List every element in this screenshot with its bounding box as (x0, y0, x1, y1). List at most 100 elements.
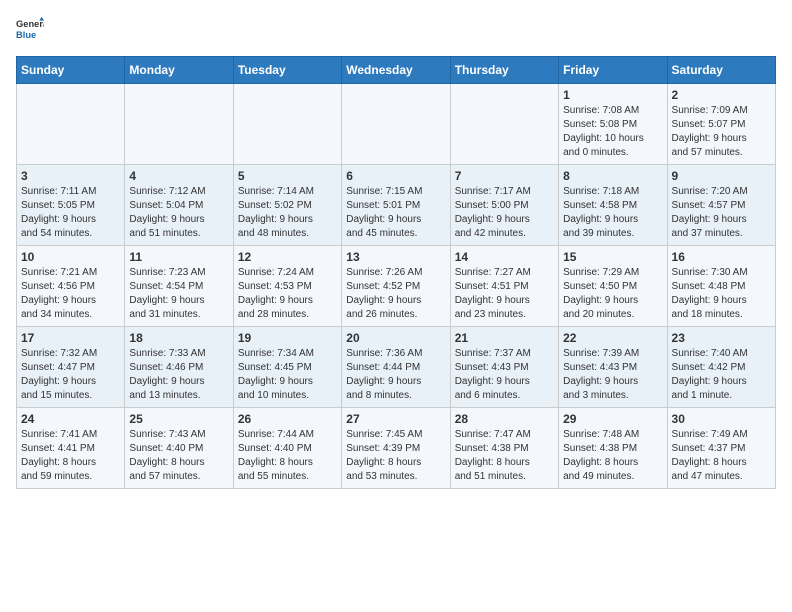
day-number: 16 (672, 250, 771, 264)
table-cell: 8 Sunrise: 7:18 AM Sunset: 4:58 PM Daylig… (559, 165, 667, 246)
day-info: Sunrise: 7:49 AM Sunset: 4:37 PM Dayligh… (672, 428, 771, 484)
weekday-header-friday: Friday (559, 57, 667, 84)
day-info: Sunrise: 7:32 AM Sunset: 4:47 PM Dayligh… (21, 347, 120, 403)
table-cell: 14 Sunrise: 7:27 AM Sunset: 4:51 PM Dayli… (450, 246, 558, 327)
day-info: Sunrise: 7:11 AM Sunset: 5:05 PM Dayligh… (21, 185, 120, 241)
day-info: Sunrise: 7:41 AM Sunset: 4:41 PM Dayligh… (21, 428, 120, 484)
table-cell: 15 Sunrise: 7:29 AM Sunset: 4:50 PM Dayli… (559, 246, 667, 327)
table-cell: 27Sunrise: 7:45 AM Sunset: 4:39 PM Dayli… (342, 408, 450, 489)
day-info: Sunrise: 7:30 AM Sunset: 4:48 PM Dayligh… (672, 266, 771, 322)
page-header: General Blue (16, 16, 776, 44)
day-number: 3 (21, 169, 120, 183)
table-cell: 17 Sunrise: 7:32 AM Sunset: 4:47 PM Dayli… (17, 327, 125, 408)
table-cell: 20 Sunrise: 7:36 AM Sunset: 4:44 PM Dayli… (342, 327, 450, 408)
day-info: Sunrise: 7:20 AM Sunset: 4:57 PM Dayligh… (672, 185, 771, 241)
day-number: 29 (563, 412, 662, 426)
weekday-header-wednesday: Wednesday (342, 57, 450, 84)
table-cell: 19 Sunrise: 7:34 AM Sunset: 4:45 PM Dayli… (233, 327, 341, 408)
day-number: 26 (238, 412, 337, 426)
day-number: 23 (672, 331, 771, 345)
day-info: Sunrise: 7:36 AM Sunset: 4:44 PM Dayligh… (346, 347, 445, 403)
day-info: Sunrise: 7:40 AM Sunset: 4:42 PM Dayligh… (672, 347, 771, 403)
day-info: Sunrise: 7:34 AM Sunset: 4:45 PM Dayligh… (238, 347, 337, 403)
table-cell: 11 Sunrise: 7:23 AM Sunset: 4:54 PM Dayli… (125, 246, 233, 327)
weekday-header-saturday: Saturday (667, 57, 775, 84)
day-info: Sunrise: 7:47 AM Sunset: 4:38 PM Dayligh… (455, 428, 554, 484)
week-row-3: 10 Sunrise: 7:21 AM Sunset: 4:56 PM Dayli… (17, 246, 776, 327)
table-cell (233, 84, 341, 165)
day-number: 2 (672, 88, 771, 102)
table-cell: 21Sunrise: 7:37 AM Sunset: 4:43 PM Dayli… (450, 327, 558, 408)
table-cell: 4 Sunrise: 7:12 AM Sunset: 5:04 PM Daylig… (125, 165, 233, 246)
day-info: Sunrise: 7:14 AM Sunset: 5:02 PM Dayligh… (238, 185, 337, 241)
day-number: 20 (346, 331, 445, 345)
table-cell (450, 84, 558, 165)
table-cell: 10 Sunrise: 7:21 AM Sunset: 4:56 PM Dayli… (17, 246, 125, 327)
table-cell: 5 Sunrise: 7:14 AM Sunset: 5:02 PM Daylig… (233, 165, 341, 246)
table-cell: 2Sunrise: 7:09 AM Sunset: 5:07 PM Daylig… (667, 84, 775, 165)
day-info: Sunrise: 7:27 AM Sunset: 4:51 PM Dayligh… (455, 266, 554, 322)
table-cell: 16 Sunrise: 7:30 AM Sunset: 4:48 PM Dayli… (667, 246, 775, 327)
day-number: 17 (21, 331, 120, 345)
week-row-1: 1 Sunrise: 7:08 AM Sunset: 5:08 PM Daylig… (17, 84, 776, 165)
table-cell: 12 Sunrise: 7:24 AM Sunset: 4:53 PM Dayli… (233, 246, 341, 327)
day-info: Sunrise: 7:24 AM Sunset: 4:53 PM Dayligh… (238, 266, 337, 322)
day-number: 8 (563, 169, 662, 183)
table-cell: 29 Sunrise: 7:48 AM Sunset: 4:38 PM Dayli… (559, 408, 667, 489)
weekday-header-thursday: Thursday (450, 57, 558, 84)
day-number: 12 (238, 250, 337, 264)
table-cell: 7 Sunrise: 7:17 AM Sunset: 5:00 PM Daylig… (450, 165, 558, 246)
table-cell: 22Sunrise: 7:39 AM Sunset: 4:43 PM Dayli… (559, 327, 667, 408)
day-info: Sunrise: 7:18 AM Sunset: 4:58 PM Dayligh… (563, 185, 662, 241)
day-number: 4 (129, 169, 228, 183)
weekday-header-monday: Monday (125, 57, 233, 84)
day-number: 25 (129, 412, 228, 426)
day-info: Sunrise: 7:17 AM Sunset: 5:00 PM Dayligh… (455, 185, 554, 241)
table-cell (342, 84, 450, 165)
day-info: Sunrise: 7:21 AM Sunset: 4:56 PM Dayligh… (21, 266, 120, 322)
day-info: Sunrise: 7:45 AM Sunset: 4:39 PM Dayligh… (346, 428, 445, 484)
day-number: 15 (563, 250, 662, 264)
day-info: Sunrise: 7:26 AM Sunset: 4:52 PM Dayligh… (346, 266, 445, 322)
day-number: 7 (455, 169, 554, 183)
day-info: Sunrise: 7:23 AM Sunset: 4:54 PM Dayligh… (129, 266, 228, 322)
day-info: Sunrise: 7:15 AM Sunset: 5:01 PM Dayligh… (346, 185, 445, 241)
table-cell: 3 Sunrise: 7:11 AM Sunset: 5:05 PM Daylig… (17, 165, 125, 246)
day-number: 14 (455, 250, 554, 264)
table-cell: 23 Sunrise: 7:40 AM Sunset: 4:42 PM Dayli… (667, 327, 775, 408)
day-info: Sunrise: 7:08 AM Sunset: 5:08 PM Dayligh… (563, 104, 662, 160)
day-number: 6 (346, 169, 445, 183)
day-info: Sunrise: 7:44 AM Sunset: 4:40 PM Dayligh… (238, 428, 337, 484)
day-number: 28 (455, 412, 554, 426)
day-number: 24 (21, 412, 120, 426)
table-cell: 28 Sunrise: 7:47 AM Sunset: 4:38 PM Dayli… (450, 408, 558, 489)
table-cell: 26 Sunrise: 7:44 AM Sunset: 4:40 PM Dayli… (233, 408, 341, 489)
day-info: Sunrise: 7:33 AM Sunset: 4:46 PM Dayligh… (129, 347, 228, 403)
day-info: Sunrise: 7:48 AM Sunset: 4:38 PM Dayligh… (563, 428, 662, 484)
week-row-4: 17 Sunrise: 7:32 AM Sunset: 4:47 PM Dayli… (17, 327, 776, 408)
weekday-header-tuesday: Tuesday (233, 57, 341, 84)
day-info: Sunrise: 7:29 AM Sunset: 4:50 PM Dayligh… (563, 266, 662, 322)
day-number: 18 (129, 331, 228, 345)
svg-text:Blue: Blue (16, 30, 36, 40)
table-cell: 24 Sunrise: 7:41 AM Sunset: 4:41 PM Dayli… (17, 408, 125, 489)
day-info: Sunrise: 7:12 AM Sunset: 5:04 PM Dayligh… (129, 185, 228, 241)
day-number: 11 (129, 250, 228, 264)
day-number: 19 (238, 331, 337, 345)
table-cell: 18 Sunrise: 7:33 AM Sunset: 4:46 PM Dayli… (125, 327, 233, 408)
day-number: 5 (238, 169, 337, 183)
day-number: 21 (455, 331, 554, 345)
day-info: Sunrise: 7:43 AM Sunset: 4:40 PM Dayligh… (129, 428, 228, 484)
table-cell: 30Sunrise: 7:49 AM Sunset: 4:37 PM Dayli… (667, 408, 775, 489)
table-cell: 9 Sunrise: 7:20 AM Sunset: 4:57 PM Daylig… (667, 165, 775, 246)
day-info: Sunrise: 7:39 AM Sunset: 4:43 PM Dayligh… (563, 347, 662, 403)
table-cell: 13Sunrise: 7:26 AM Sunset: 4:52 PM Dayli… (342, 246, 450, 327)
week-row-2: 3 Sunrise: 7:11 AM Sunset: 5:05 PM Daylig… (17, 165, 776, 246)
calendar-table: SundayMondayTuesdayWednesdayThursdayFrid… (16, 56, 776, 489)
table-cell: 6 Sunrise: 7:15 AM Sunset: 5:01 PM Daylig… (342, 165, 450, 246)
table-cell (125, 84, 233, 165)
day-number: 10 (21, 250, 120, 264)
day-number: 1 (563, 88, 662, 102)
logo: General Blue (16, 16, 44, 44)
day-number: 9 (672, 169, 771, 183)
